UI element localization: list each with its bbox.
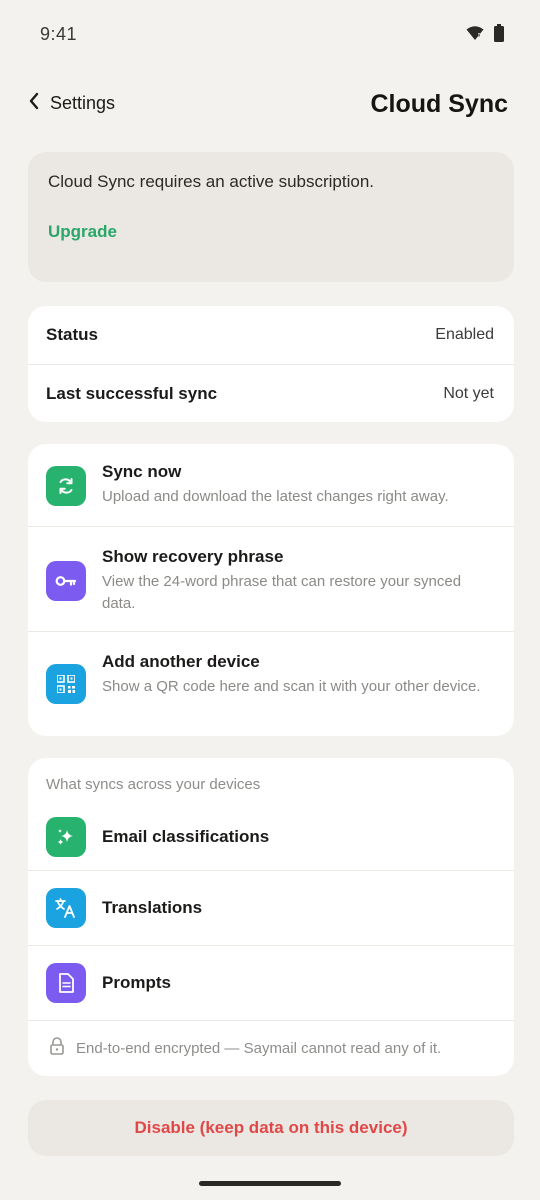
upgrade-link[interactable]: Upgrade: [48, 222, 117, 242]
last-sync-row: Last successful sync Not yet: [28, 364, 514, 422]
page-title: Cloud Sync: [370, 90, 508, 118]
feature-row-prompts: Prompts: [28, 945, 514, 1020]
actions-card: Sync now Upload and download the latest …: [28, 444, 514, 736]
header: Settings Cloud Sync: [0, 80, 540, 132]
document-icon: [46, 963, 86, 1003]
key-icon: [46, 561, 86, 601]
home-indicator[interactable]: [199, 1181, 341, 1186]
feature-label: Prompts: [102, 973, 171, 992]
recovery-phrase-title: Show recovery phrase: [102, 547, 284, 566]
add-device-row[interactable]: Add another device Show a QR code here a…: [28, 631, 514, 736]
feature-row-translations: Translations: [28, 870, 514, 945]
lock-icon: [50, 1037, 64, 1060]
banner-message: Cloud Sync requires an active subscripti…: [48, 172, 374, 191]
subscription-banner: Cloud Sync requires an active subscripti…: [28, 152, 514, 282]
status-icons: [466, 24, 504, 47]
recovery-phrase-description: View the 24-word phrase that can restore…: [102, 573, 462, 612]
disable-sync-button[interactable]: Disable (keep data on this device): [28, 1100, 514, 1156]
status-value: Enabled: [435, 326, 494, 343]
last-sync-key: Last successful sync: [46, 383, 218, 403]
status-card: Status Enabled Last successful sync Not …: [28, 306, 514, 422]
encryption-note-text: End-to-end encrypted — Saymail cannot re…: [76, 1040, 442, 1057]
add-device-description: Show a QR code here and scan it with you…: [102, 678, 481, 695]
status-time: 9:41: [40, 24, 78, 44]
syncs-card: What syncs across your devices Email cla…: [28, 758, 514, 1076]
wifi-icon: [466, 25, 484, 46]
translate-icon: [46, 888, 86, 928]
sync-icon: [46, 466, 86, 506]
feature-label: Email classifications: [102, 827, 270, 846]
back-label: Settings: [50, 93, 116, 113]
encryption-note: End-to-end encrypted — Saymail cannot re…: [28, 1020, 514, 1076]
section-caption: What syncs across your devices: [46, 776, 261, 793]
battery-icon: [494, 24, 504, 47]
back-button[interactable]: Settings: [28, 92, 115, 115]
disable-sync-label: Disable (keep data on this device): [134, 1118, 408, 1137]
sync-now-row[interactable]: Sync now Upload and download the latest …: [28, 444, 514, 526]
sparkle-icon: [46, 817, 86, 857]
chevron-left-icon: [28, 92, 40, 115]
status-row: Status Enabled: [28, 306, 514, 364]
status-key: Status: [46, 325, 98, 344]
recovery-phrase-row[interactable]: Show recovery phrase View the 24-word ph…: [28, 526, 514, 631]
add-device-title: Add another device: [102, 652, 260, 671]
sync-now-title: Sync now: [102, 462, 182, 481]
sync-now-description: Upload and download the latest changes r…: [102, 488, 449, 505]
status-bar: 9:41: [0, 0, 540, 70]
feature-label: Translations: [102, 898, 203, 917]
qr-code-icon: [46, 664, 86, 704]
feature-row-email-classifications: Email classifications: [28, 804, 514, 870]
last-sync-value: Not yet: [443, 384, 494, 402]
